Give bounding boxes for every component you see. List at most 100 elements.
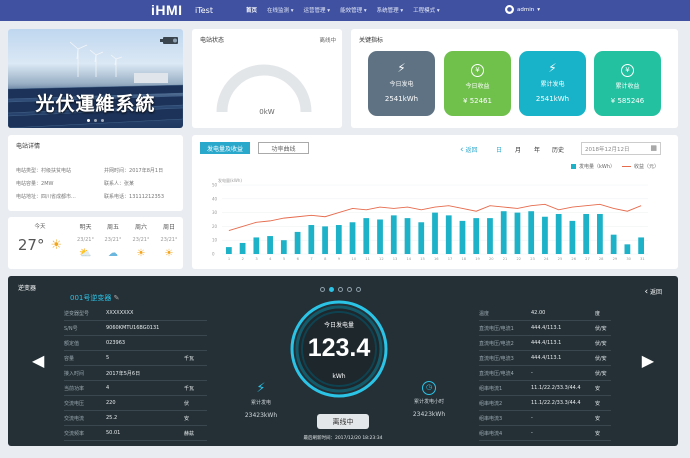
y-tick-label: 0 (212, 252, 215, 257)
bar (459, 220, 466, 254)
today-generation-ring: 今日发电量 123.4 kWh (289, 299, 389, 399)
user-avatar-icon: ● (505, 5, 514, 14)
y-tick-label: 10 (212, 238, 218, 243)
weather-temp: 23/21° (160, 237, 178, 243)
y-axis-label: 发电量(kWh) (218, 177, 242, 183)
x-tick-label: 27 (585, 257, 590, 261)
x-tick-label: 20 (489, 257, 494, 261)
next-arrow[interactable]: ▶ (642, 351, 654, 370)
nav-item-operation[interactable]: 运营管理 ▾ (304, 6, 331, 14)
row-unit: 伏/安 (595, 325, 607, 332)
row-unit: 伏/安 (595, 340, 607, 347)
row-key: 组串电流2 (479, 400, 503, 407)
sun-icon: ☀ (164, 248, 174, 259)
bar (418, 222, 425, 254)
nav-item-monitor[interactable]: 在线监测 ▾ (267, 6, 294, 14)
chevron-down-icon: ▾ (537, 6, 540, 13)
x-tick-label: 26 (571, 257, 576, 261)
app-brand: iTest (195, 6, 213, 15)
row-unit: 度 (595, 310, 601, 317)
inverter-name-text: 001号逆变器 (70, 294, 112, 302)
yen-icon: ¥ (594, 61, 661, 77)
x-tick-label: 6 (297, 257, 300, 261)
banner-dot[interactable] (87, 119, 90, 122)
x-tick-label: 9 (338, 257, 341, 261)
kpi-total-income[interactable]: ¥ 累计收益 ¥ 585246 (594, 51, 661, 116)
row-value: - (531, 415, 533, 421)
kpi-total-energy[interactable]: ⚡ 累计发电 2541kWh (519, 51, 586, 116)
bar (555, 213, 562, 254)
nav-item-system[interactable]: 系统管理 ▾ (377, 6, 404, 14)
inverter-pager[interactable] (320, 287, 361, 292)
kpi-today-income[interactable]: ¥ 今日收益 ¥ 52461 (444, 51, 511, 116)
bar (500, 211, 507, 254)
today-unit: kWh (332, 373, 346, 380)
weather-day-item: 周六 23/21° ☀ (127, 217, 155, 269)
x-tick-label: 3 (255, 257, 257, 261)
pager-dot[interactable] (347, 287, 352, 292)
banner-dot[interactable] (101, 119, 104, 122)
pager-dot[interactable] (320, 287, 325, 292)
pager-dot[interactable] (338, 287, 343, 292)
row-key: 直流电压/电流1 (479, 325, 514, 332)
x-tick-label: 10 (352, 257, 357, 261)
banner-pager[interactable] (8, 119, 183, 122)
banner-dot[interactable] (94, 119, 97, 122)
kpi-value: ¥ 52461 (463, 97, 492, 105)
bar (569, 220, 576, 254)
detail-row: 电站类型：村级扶贫电站 并网时间：2017年8月1日 (16, 168, 164, 174)
x-tick-label: 7 (310, 257, 312, 261)
nav-item-energy[interactable]: 能效管理 ▾ (340, 6, 367, 14)
inverter-name: 001号逆变器 ✎ (70, 293, 119, 303)
bar (377, 219, 383, 254)
hours-label: 累计发电小时 (413, 399, 444, 405)
x-tick-label: 15 (420, 257, 425, 261)
edit-icon[interactable]: ✎ (114, 294, 120, 302)
inverter-title: 逆变器 (18, 285, 37, 292)
row-value: 4 (106, 385, 110, 391)
user-name: admin (517, 6, 535, 13)
user-menu[interactable]: ● admin ▾ (505, 5, 540, 14)
weather-day-item: 明天 23/21° ⛅ (72, 217, 99, 269)
cloud-sun-icon: ⛅ (79, 248, 92, 259)
app-logo[interactable]: iHMI (151, 2, 183, 18)
x-tick-label: 21 (503, 257, 508, 261)
weather-day: 今天 (34, 224, 46, 230)
hours-value: 23423kWh (412, 411, 446, 418)
inverter-back-link[interactable]: ‹ 返回 (644, 287, 662, 297)
today-value: 123.4 (307, 334, 371, 362)
table-row: 组串电流1 11.1/22.2/33.3/44.4 安 (479, 381, 611, 396)
row-key: 组串电流3 (479, 415, 503, 422)
row-value: 023963 (106, 340, 126, 346)
status-button[interactable]: 离线中 (317, 414, 369, 429)
pager-dot[interactable] (356, 287, 361, 292)
sun-icon: ☀ (136, 248, 146, 259)
weather-today: 今天 27° ☀ (8, 217, 72, 269)
station-detail-fields: 电站类型：村级扶贫电站 并网时间：2017年8月1日 电站容量：2MW 联系人：张某… (16, 165, 164, 204)
kpi-value: 2541kWh (384, 95, 419, 103)
x-tick-label: 11 (365, 257, 370, 261)
inverter-left-table: 逆变器型号 XXXXXXXX S/N号 9060KMTU16BG0131 额定值 0239… (64, 306, 207, 441)
row-value: 444.4/113.1 (531, 340, 562, 346)
today-label: 今日发电量 (323, 322, 354, 329)
x-tick-label: 29 (613, 257, 618, 261)
cloud-icon: ☁ (108, 248, 118, 259)
inverter-right-table: 温度 42.00 度直流电压/电流1 444.4/113.1 伏/安 直流电压/电流2 44… (479, 306, 611, 441)
kpi-today-energy[interactable]: ⚡ 今日发电 2541kWh (368, 51, 435, 116)
x-tick-label: 18 (461, 257, 466, 261)
row-value: 2017年5月6日 (106, 370, 141, 377)
clock-icon: ◷ (422, 381, 436, 395)
nav-item-engineering[interactable]: 工程模式 ▾ (413, 6, 440, 14)
x-tick-label: 13 (393, 257, 398, 261)
row-value: 25.2 (106, 415, 118, 421)
nav-item-home[interactable]: 首页 (246, 6, 257, 14)
row-key: 直流电压/电流2 (479, 340, 514, 347)
bolt-icon: ⚡ (256, 381, 266, 396)
pager-dot[interactable] (329, 287, 334, 292)
prev-arrow[interactable]: ◀ (32, 351, 44, 370)
row-key: 接入时间 (64, 370, 85, 377)
row-unit: 伏/安 (595, 355, 607, 362)
table-row: 接入时间 2017年5月6日 (64, 366, 207, 381)
x-tick-label: 2 (242, 257, 244, 261)
table-row: 额定值 023963 (64, 336, 207, 351)
